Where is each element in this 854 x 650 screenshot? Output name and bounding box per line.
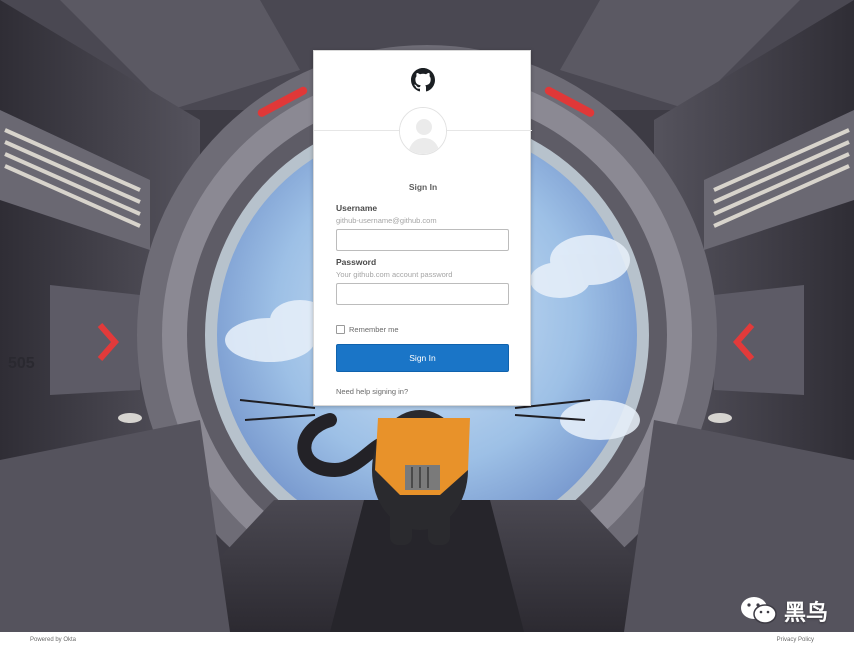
username-input[interactable] — [336, 229, 509, 251]
need-help-link[interactable]: Need help signing in? — [336, 387, 408, 396]
page-footer: Powered by Okta Privacy Policy — [0, 632, 854, 650]
username-label: Username — [336, 203, 378, 213]
remember-me-row[interactable]: Remember me — [336, 324, 399, 334]
watermark: 黑鸟 — [740, 595, 828, 627]
password-input[interactable] — [336, 283, 509, 305]
user-avatar-icon — [399, 107, 447, 155]
powered-by-text: Powered by Okta — [30, 637, 77, 643]
password-label: Password — [336, 257, 377, 267]
privacy-policy-link[interactable]: Privacy Policy — [777, 637, 814, 643]
remember-me-label: Remember me — [349, 324, 399, 334]
username-hint: github-username@github.com — [336, 216, 437, 225]
remember-me-checkbox[interactable] — [336, 324, 345, 334]
github-octocat-icon — [411, 68, 435, 92]
watermark-text: 黑鸟 — [784, 601, 829, 626]
sign-in-title: Sign In — [408, 182, 438, 192]
sign-in-button[interactable]: Sign In — [336, 344, 509, 372]
password-hint: Your github.com account password — [336, 270, 453, 279]
svg-text:505: 505 — [8, 355, 35, 372]
wechat-icon — [740, 596, 778, 626]
login-card: Sign In Username github-username@github.… — [313, 50, 532, 406]
